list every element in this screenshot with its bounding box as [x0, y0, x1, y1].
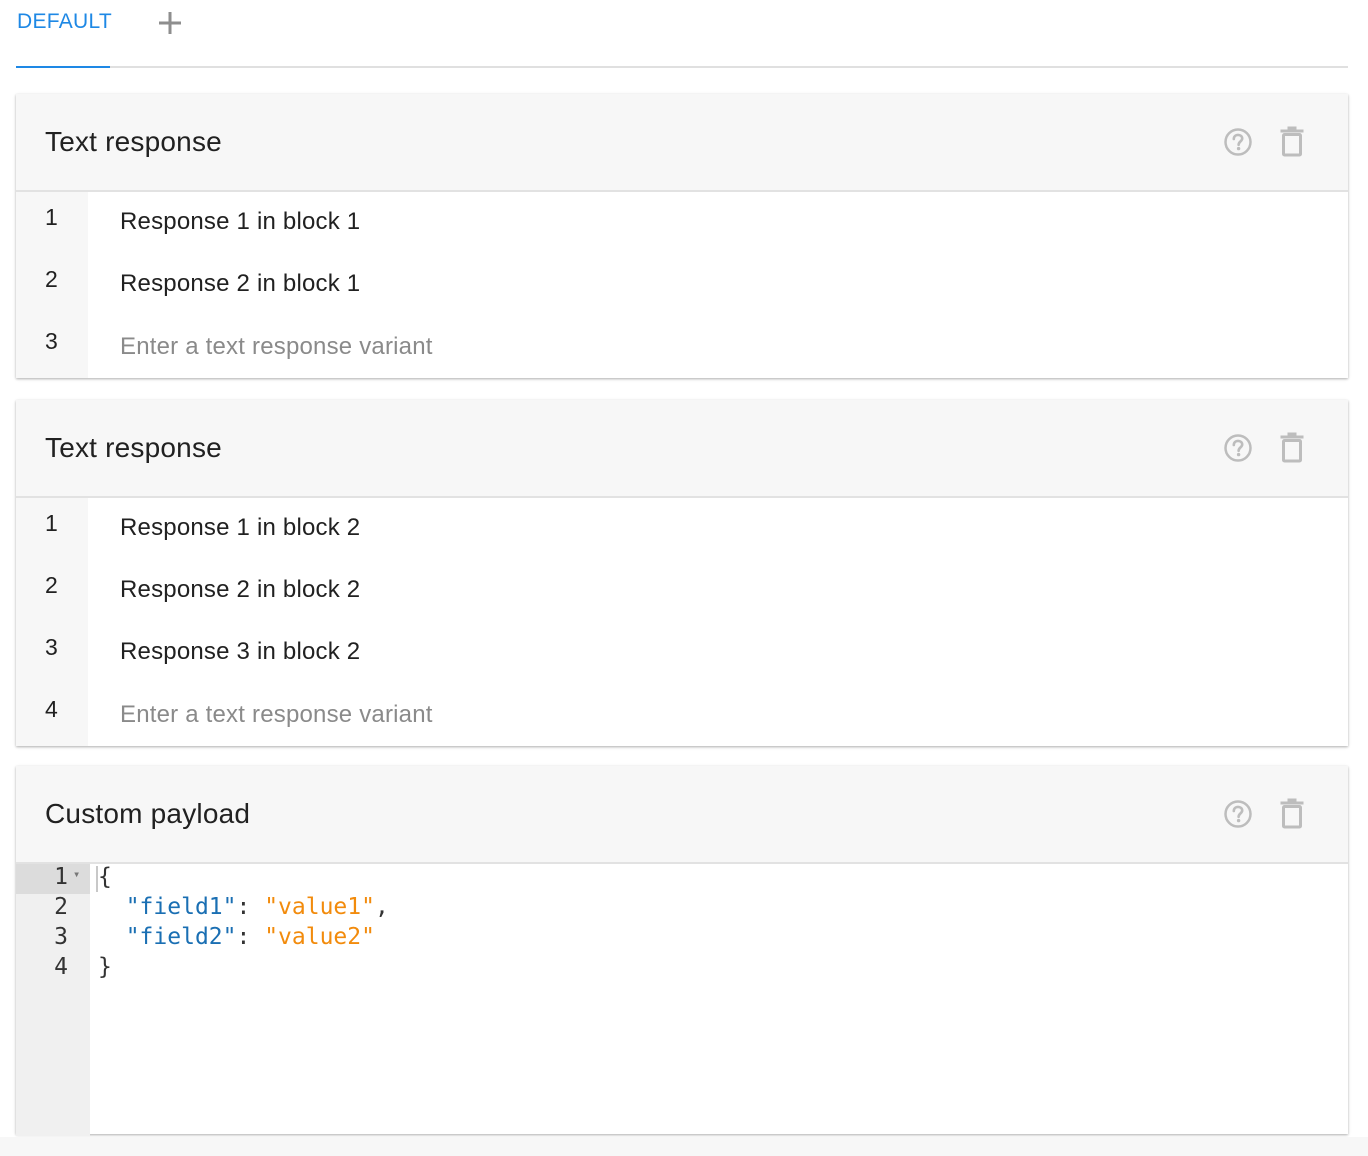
- help-icon: [1224, 434, 1252, 462]
- tab-active-indicator: [16, 66, 110, 68]
- card-title: Text response: [45, 126, 222, 157]
- card-body: 1 Response 1 in block 2 2 Response 2 in …: [16, 498, 1348, 746]
- help-button[interactable]: [1223, 433, 1253, 463]
- help-button[interactable]: [1223, 799, 1253, 829]
- tab-default-label: DEFAULT: [17, 10, 113, 33]
- response-text[interactable]: Response 2 in block 2: [120, 576, 360, 604]
- delete-button[interactable]: [1279, 431, 1305, 463]
- code-line[interactable]: 2 "field1": "value1",: [16, 894, 1348, 924]
- fold-toggle-icon[interactable]: ▾: [73, 867, 80, 881]
- row-number: 2: [45, 572, 58, 598]
- json-comma: ,: [374, 894, 389, 920]
- code-text: "field2": "value2": [98, 924, 375, 950]
- custom-payload-card: Custom payload 1 ▾ { 2 "field1": "value1…: [16, 766, 1348, 1136]
- row-number: 2: [45, 266, 58, 292]
- text-response-card-1: Text response 1 Response 1 in block 1 2 …: [16, 94, 1348, 378]
- new-response-row: 4: [16, 684, 1348, 746]
- response-variant-input[interactable]: [120, 330, 1300, 364]
- json-key: "field2": [125, 924, 237, 950]
- text-response-card-2: Text response 1 Response 1 in block 2 2 …: [16, 400, 1348, 746]
- card-title: Text response: [45, 432, 222, 463]
- tab-default[interactable]: DEFAULT: [16, 0, 113, 68]
- line-number: 4: [54, 954, 68, 980]
- help-icon: [1224, 800, 1252, 828]
- help-button[interactable]: [1223, 127, 1253, 157]
- delete-icon: [1280, 432, 1304, 463]
- card-title: Custom payload: [45, 798, 251, 829]
- code-text: {: [98, 864, 112, 890]
- code-line[interactable]: 1 ▾ {: [16, 864, 1348, 894]
- card-header: Text response: [16, 400, 1348, 498]
- json-value: "value2": [264, 924, 375, 950]
- new-response-row: 3: [16, 316, 1348, 378]
- json-colon: :: [236, 894, 265, 920]
- code-text: }: [98, 954, 112, 980]
- response-row[interactable]: 1 Response 1 in block 2: [16, 498, 1348, 560]
- row-number: 1: [45, 510, 58, 536]
- row-number: 3: [45, 634, 58, 660]
- response-row[interactable]: 1 Response 1 in block 1: [16, 192, 1348, 254]
- response-text[interactable]: Response 1 in block 1: [120, 208, 360, 236]
- json-value: "value1": [264, 894, 375, 920]
- line-number: 2: [54, 894, 68, 920]
- delete-button[interactable]: [1279, 125, 1305, 157]
- add-tab-button[interactable]: [155, 8, 185, 38]
- row-number: 3: [45, 328, 58, 354]
- json-colon: :: [236, 924, 265, 950]
- response-text[interactable]: Response 2 in block 1: [120, 270, 360, 298]
- plus-icon: [159, 12, 181, 34]
- code-line[interactable]: 4 }: [16, 954, 1348, 984]
- response-text[interactable]: Response 1 in block 2: [120, 514, 360, 542]
- card-header: Custom payload: [16, 766, 1348, 864]
- row-number: 4: [45, 696, 58, 722]
- help-icon: [1224, 128, 1252, 156]
- delete-icon: [1280, 798, 1304, 829]
- response-text[interactable]: Response 3 in block 2: [120, 638, 360, 666]
- tab-bar: DEFAULT: [16, 0, 1348, 68]
- response-row[interactable]: 2 Response 2 in block 1: [16, 254, 1348, 316]
- card-header: Text response: [16, 94, 1348, 192]
- delete-icon: [1280, 126, 1304, 157]
- response-row[interactable]: 3 Response 3 in block 2: [16, 622, 1348, 684]
- line-number: 3: [54, 924, 68, 950]
- code-text: "field1": "value1",: [98, 894, 389, 920]
- delete-button[interactable]: [1279, 797, 1305, 829]
- close-brace: }: [98, 954, 112, 980]
- code-line[interactable]: 3 "field2": "value2": [16, 924, 1348, 954]
- card-body: 1 Response 1 in block 1 2 Response 2 in …: [16, 192, 1348, 378]
- response-row[interactable]: 2 Response 2 in block 2: [16, 560, 1348, 622]
- row-number: 1: [45, 204, 58, 230]
- page-footer-strip: [0, 1137, 1368, 1156]
- open-brace: {: [98, 864, 112, 890]
- code-editor[interactable]: 1 ▾ { 2 "field1": "value1", 3 "field2": …: [16, 864, 1348, 1136]
- json-key: "field1": [125, 894, 237, 920]
- response-variant-input[interactable]: [120, 698, 1300, 732]
- line-number: 1: [54, 864, 68, 890]
